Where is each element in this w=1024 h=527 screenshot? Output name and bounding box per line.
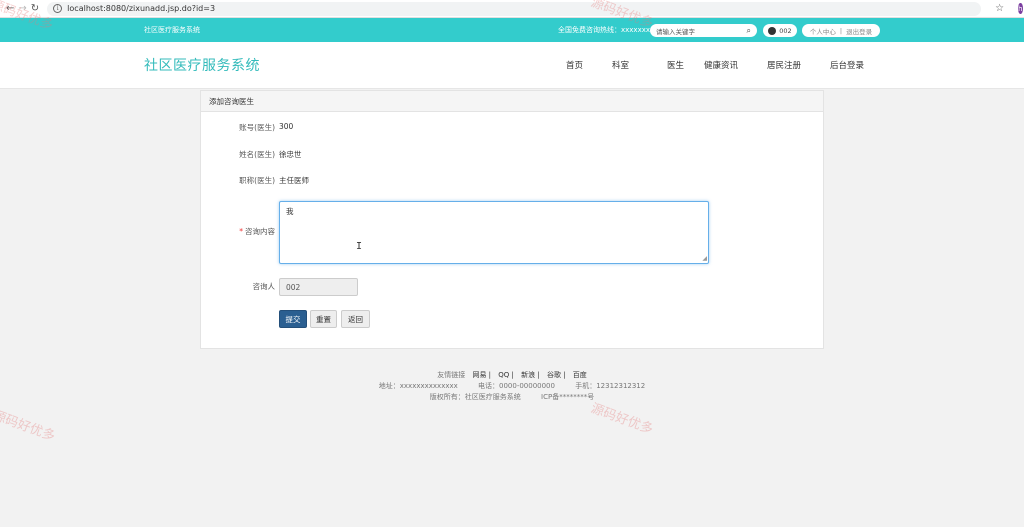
content-label-wrap: * 咨询内容 [201,226,275,237]
footer-phone: 电话：0000-00000000 [478,382,555,390]
friend-links: 友情链接 网易 | QQ | 新浪 | 谷歌 | 百度 [0,370,1024,381]
logout-link[interactable]: 退出登录 [846,26,872,36]
search-icon[interactable]: ⌕ [747,26,751,36]
search-placeholder: 请输入关键字 [656,27,695,36]
panel-title: 添加咨询医生 [201,91,823,112]
account-label: 账号(医生) [239,123,275,132]
nav-resident-register[interactable]: 居民注册 [767,59,830,71]
friend-link-netease[interactable]: 网易 | [472,371,491,379]
copyright-info: 版权所有：社区医疗服务系统 ICP备********号 [0,392,1024,403]
nav-health-news[interactable]: 健康资讯 [704,59,767,71]
site-header: 社区医疗服务系统 首页 科室 医生 健康资讯 居民注册 后台登录 [0,42,1024,89]
bookmark-star-icon[interactable]: ☆ [995,3,1004,14]
nav-department[interactable]: 科室 [612,59,667,71]
user-badge[interactable]: 002 [763,24,797,37]
friend-link-google[interactable]: 谷歌 | [547,371,566,379]
info-icon[interactable]: i [53,4,63,13]
consultant-value: 002 [286,282,301,292]
content-textarea[interactable]: 我 ◢ [279,201,709,264]
text-cursor-icon: I [356,241,363,252]
site-name-small: 社区医疗服务系统 [144,26,200,34]
footer-icp: ICP备********号 [541,393,595,401]
nav-home[interactable]: 首页 [566,59,612,71]
position-label: 职称(医生) [239,176,275,185]
content-label: 咨询内容 [245,227,275,236]
personal-center-link[interactable]: 个人中心 [810,26,836,36]
contact-info: 地址：xxxxxxxxxxxxxx 电话：0000-00000000 手机：12… [0,381,1024,392]
footer-mobile: 手机：12312312312 [575,382,646,390]
top-info-bar: 社区医疗服务系统 全国免费咨询热线：xxxxxxx 请输入关键字 ⌕ 002 个… [0,18,1024,42]
footer-copyright: 版权所有：社区医疗服务系统 [429,393,521,401]
address-bar[interactable]: i localhost:8080/zixunadd.jsp.do?id=3 [47,1,982,16]
user-links: 个人中心 | 退出登录 [802,24,880,37]
nav-doctor[interactable]: 医生 [667,59,704,71]
account-value: 300 [279,122,294,131]
profile-avatar[interactable]: h [1018,3,1023,14]
user-name: 002 [779,26,792,35]
friend-link-baidu[interactable]: 百度 [573,371,587,379]
consultant-input[interactable]: 002 [279,278,358,296]
add-consultation-panel: 添加咨询医生 账号(医生) 300 姓名(医生) 徐忠世 职称(医生) 主任医师… [200,90,824,349]
site-footer: 友情链接 网易 | QQ | 新浪 | 谷歌 | 百度 地址：xxxxxxxxx… [0,370,1024,403]
user-avatar-icon [768,26,777,35]
watermark: 源码好优多 [588,401,655,438]
resize-handle-icon[interactable]: ◢ [702,255,707,262]
browser-toolbar: ← → ↻ i localhost:8080/zixunadd.jsp.do?i… [0,0,1024,18]
link-divider: | [839,26,843,35]
friend-link-qq[interactable]: QQ | [498,371,514,379]
nav-admin-login[interactable]: 后台登录 [830,59,880,71]
friend-link-sina[interactable]: 新浪 | [521,371,540,379]
name-label: 姓名(医生) [239,150,275,159]
required-mark: * [239,227,243,236]
content-text: 我 [286,207,294,216]
url-text: localhost:8080/zixunadd.jsp.do?id=3 [67,4,216,13]
search-input[interactable]: 请输入关键字 ⌕ [650,24,757,37]
position-value: 主任医师 [279,176,309,185]
back-button[interactable]: 返回 [341,310,370,328]
friend-links-label: 友情链接 [437,371,466,379]
watermark: 源码好优多 [0,408,57,445]
consultant-label: 咨询人 [252,282,276,291]
name-value: 徐忠世 [279,150,302,159]
site-logo[interactable]: 社区医疗服务系统 [144,55,260,75]
footer-address: 地址：xxxxxxxxxxxxxx [378,382,458,390]
main-nav: 首页 科室 医生 健康资讯 居民注册 后台登录 [566,59,880,71]
reset-button[interactable]: 重置 [310,310,337,328]
submit-button[interactable]: 提交 [279,310,307,328]
